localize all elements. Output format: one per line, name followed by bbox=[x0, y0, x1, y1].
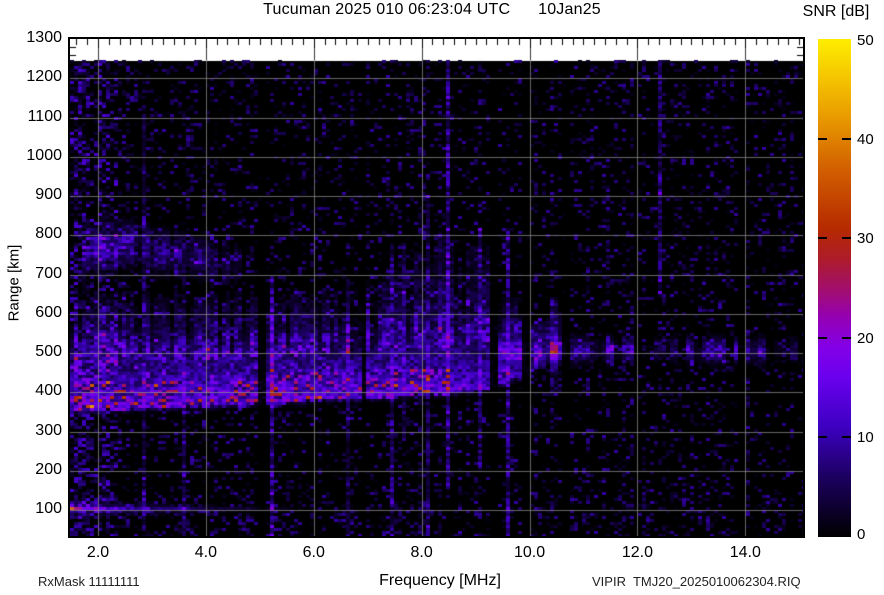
colorbar-tick-label: 50 bbox=[857, 32, 874, 49]
ionogram-screen: Tucuman 2025 010 06:23:04 UTC 10Jan25 SN… bbox=[0, 0, 884, 595]
colorbar-tick-mark bbox=[818, 237, 827, 240]
y-tick-label: 800 bbox=[35, 225, 62, 243]
y-tick-label: 700 bbox=[35, 264, 62, 282]
file-id-label: VIPIR TMJ20_2025010062304.RIQ bbox=[592, 574, 801, 589]
x-axis-title: Frequency [MHz] bbox=[379, 572, 501, 589]
rx-mask-label: RxMask 11111111 bbox=[38, 574, 140, 589]
colorbar-tick-mark bbox=[818, 436, 827, 439]
y-tick-label: 300 bbox=[35, 421, 62, 439]
colorbar-tick-mark bbox=[842, 137, 851, 140]
y-tick-label: 1100 bbox=[27, 107, 62, 125]
x-tick-label: 8.0 bbox=[410, 544, 433, 561]
y-tick-label: 1200 bbox=[26, 68, 62, 86]
x-tick-label: 10.0 bbox=[513, 544, 546, 561]
y-tick-label: 100 bbox=[35, 500, 62, 518]
colorbar-tick-label: 40 bbox=[857, 130, 874, 148]
y-tick-label: 1300 bbox=[26, 29, 62, 46]
colorbar-tick-label: 30 bbox=[857, 230, 874, 248]
y-tick-label: 600 bbox=[35, 303, 62, 321]
colorbar-tick-mark bbox=[842, 436, 851, 439]
colorbar-gradient bbox=[818, 39, 851, 537]
colorbar-title: SNR [dB] bbox=[802, 3, 870, 20]
x-tick-label: 6.0 bbox=[302, 544, 325, 561]
colorbar-tick-label: 0 bbox=[857, 526, 866, 543]
ionogram-heatmap bbox=[70, 39, 803, 536]
x-tick-label: 12.0 bbox=[621, 544, 653, 561]
y-tick-label: 400 bbox=[35, 382, 62, 400]
y-tick-label: 1000 bbox=[26, 146, 62, 164]
page-title: Tucuman 2025 010 06:23:04 UTC 10Jan25 bbox=[263, 1, 601, 18]
y-tick-label: 200 bbox=[35, 460, 62, 478]
colorbar-tick-label: 10 bbox=[857, 429, 874, 447]
colorbar-tick-mark bbox=[842, 237, 851, 240]
plot-frame bbox=[68, 37, 805, 538]
x-tick-label: 14.0 bbox=[729, 544, 761, 561]
colorbar-tick-mark bbox=[842, 336, 851, 339]
x-tick-label: 4.0 bbox=[194, 544, 218, 561]
y-tick-label: 900 bbox=[35, 186, 62, 204]
colorbar-tick-mark bbox=[818, 137, 827, 140]
y-tick-label: 500 bbox=[35, 343, 62, 361]
colorbar-tick-label: 20 bbox=[857, 329, 874, 347]
colorbar-tick-mark bbox=[818, 336, 827, 339]
x-tick-label: 2.0 bbox=[86, 544, 110, 561]
